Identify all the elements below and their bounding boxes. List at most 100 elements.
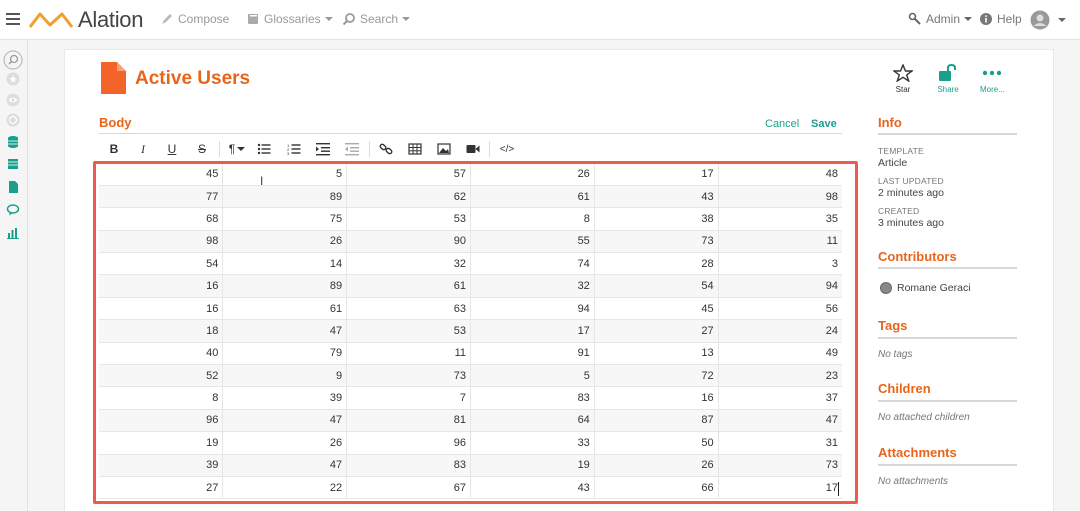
search-menu[interactable]: Search [342, 12, 411, 26]
table-cell[interactable]: 73 [593, 230, 719, 254]
data-table[interactable]: 45 5 57 26 17 48 77 89 62 61 43 98 68 75 53 8 38 35 98 26 90… [99, 163, 842, 500]
table-cell[interactable]: 74 [469, 252, 595, 276]
table-cell[interactable]: 26 [222, 230, 347, 254]
table-cell[interactable]: 16 [99, 297, 223, 321]
table-cell[interactable]: 81 [346, 409, 471, 433]
database-icon[interactable] [6, 135, 20, 149]
table-cell[interactable]: 17 [469, 319, 595, 343]
menu-icon[interactable] [6, 13, 20, 25]
table-cell[interactable]: 11 [346, 342, 471, 366]
table-cell[interactable]: 32 [469, 274, 595, 298]
underline-button[interactable]: U [163, 139, 181, 159]
user-menu[interactable] [1030, 10, 1066, 30]
table-cell[interactable]: 33 [469, 431, 595, 455]
table-cell[interactable]: 45 [593, 297, 719, 321]
table-cell[interactable]: 53 [346, 319, 471, 343]
table-cell[interactable]: 27 [593, 319, 719, 343]
bold-button[interactable]: B [105, 139, 123, 159]
table-cell[interactable]: 54 [99, 252, 223, 276]
table-cell[interactable]: 23 [717, 364, 842, 388]
table-cell[interactable]: 90 [346, 230, 471, 254]
table-cell[interactable]: 61 [346, 274, 471, 298]
admin-menu[interactable]: Admin [908, 12, 973, 26]
table-cell[interactable]: 61 [469, 185, 595, 209]
table-cell[interactable]: 22 [222, 476, 347, 500]
table-cell[interactable]: 47 [222, 319, 347, 343]
table-cell[interactable]: 38 [593, 207, 719, 231]
search-icon[interactable] [3, 50, 23, 70]
table-cell[interactable]: 11 [717, 230, 842, 254]
table-cell[interactable]: 16 [593, 386, 719, 410]
table-cell[interactable]: 50 [593, 431, 719, 455]
table-cell[interactable]: 47 [222, 454, 347, 477]
paragraph-style-dropdown[interactable]: ¶ [225, 139, 249, 159]
table-cell[interactable]: 63 [346, 297, 471, 321]
table-cell[interactable]: 73 [717, 454, 842, 477]
table-cell[interactable]: 37 [717, 386, 842, 410]
bar-chart-icon[interactable] [6, 226, 20, 240]
contributor-item[interactable]: Romane Geraci [880, 282, 971, 294]
table-cell[interactable]: 26 [593, 454, 719, 477]
table-cell[interactable]: 26 [222, 431, 347, 455]
table-cell[interactable]: 9 [222, 364, 347, 388]
table-cell[interactable]: 96 [99, 409, 223, 433]
star-icon[interactable] [6, 72, 20, 86]
table-cell[interactable]: 73 [346, 364, 471, 388]
insert-video-icon[interactable] [466, 139, 480, 159]
table-cell[interactable]: 56 [717, 297, 842, 321]
table-cell[interactable]: 53 [346, 207, 471, 231]
table-cell[interactable]: 83 [346, 454, 471, 477]
table-cell[interactable]: 17 [593, 163, 719, 186]
table-cell[interactable]: 91 [469, 342, 595, 366]
conversation-icon[interactable] [6, 203, 20, 217]
table-cell[interactable]: 52 [99, 364, 223, 388]
history-icon[interactable] [6, 113, 20, 127]
table-cell[interactable]: 24 [717, 319, 842, 343]
table-cell[interactable]: 18 [99, 319, 223, 343]
table-cell[interactable]: 31 [717, 431, 842, 455]
source-code-button[interactable]: </> [497, 139, 517, 159]
table-cell[interactable]: 8 [99, 386, 223, 410]
numbered-list-icon[interactable]: 123 [287, 139, 301, 159]
table-cell[interactable]: 14 [222, 252, 347, 276]
table-cell[interactable]: 87 [593, 409, 719, 433]
strikethrough-button[interactable]: S [193, 139, 211, 159]
table-cell[interactable]: 19 [469, 454, 595, 477]
table-cell[interactable]: 39 [99, 454, 223, 477]
table-cell[interactable]: 68 [99, 207, 223, 231]
table-cell[interactable]: 98 [99, 230, 223, 254]
table-cell[interactable]: 43 [593, 185, 719, 209]
indent-icon[interactable] [316, 139, 330, 159]
italic-button[interactable]: I [134, 139, 152, 159]
table-cell[interactable]: 54 [593, 274, 719, 298]
table-cell[interactable]: 3 [717, 252, 842, 276]
table-cell[interactable]: 47 [222, 409, 347, 433]
table-cell[interactable]: 64 [469, 409, 595, 433]
table-cell[interactable]: 45 [99, 163, 223, 186]
insert-table-icon[interactable] [408, 139, 422, 159]
table-cell[interactable]: 19 [99, 431, 223, 455]
table-cell[interactable]: 27 [99, 476, 223, 500]
table-cell[interactable]: 61 [222, 297, 347, 321]
more-button[interactable]: More... [980, 64, 1005, 94]
table-cell[interactable]: 57 [346, 163, 471, 186]
star-button[interactable]: Star [893, 64, 913, 94]
table-cell[interactable]: 94 [469, 297, 595, 321]
table-cell[interactable]: 16 [99, 274, 223, 298]
table-cell[interactable]: 7 [346, 386, 471, 410]
document-icon[interactable] [6, 180, 20, 194]
table-cell[interactable]: 98 [717, 185, 842, 209]
table-cell[interactable]: 48 [717, 163, 842, 186]
table-cell[interactable]: 66 [593, 476, 719, 500]
link-icon[interactable] [379, 139, 393, 159]
eye-icon[interactable] [6, 93, 20, 107]
save-button[interactable]: Save [811, 118, 837, 130]
table-cell[interactable]: 96 [346, 431, 471, 455]
table-cell[interactable]: 47 [717, 409, 842, 433]
insert-image-icon[interactable] [437, 139, 451, 159]
table-cell[interactable]: 13 [593, 342, 719, 366]
table-icon[interactable] [6, 157, 20, 171]
table-cell[interactable]: 72 [593, 364, 719, 388]
table-cell[interactable]: 35 [717, 207, 842, 231]
table-cell[interactable]: 89 [222, 274, 347, 298]
